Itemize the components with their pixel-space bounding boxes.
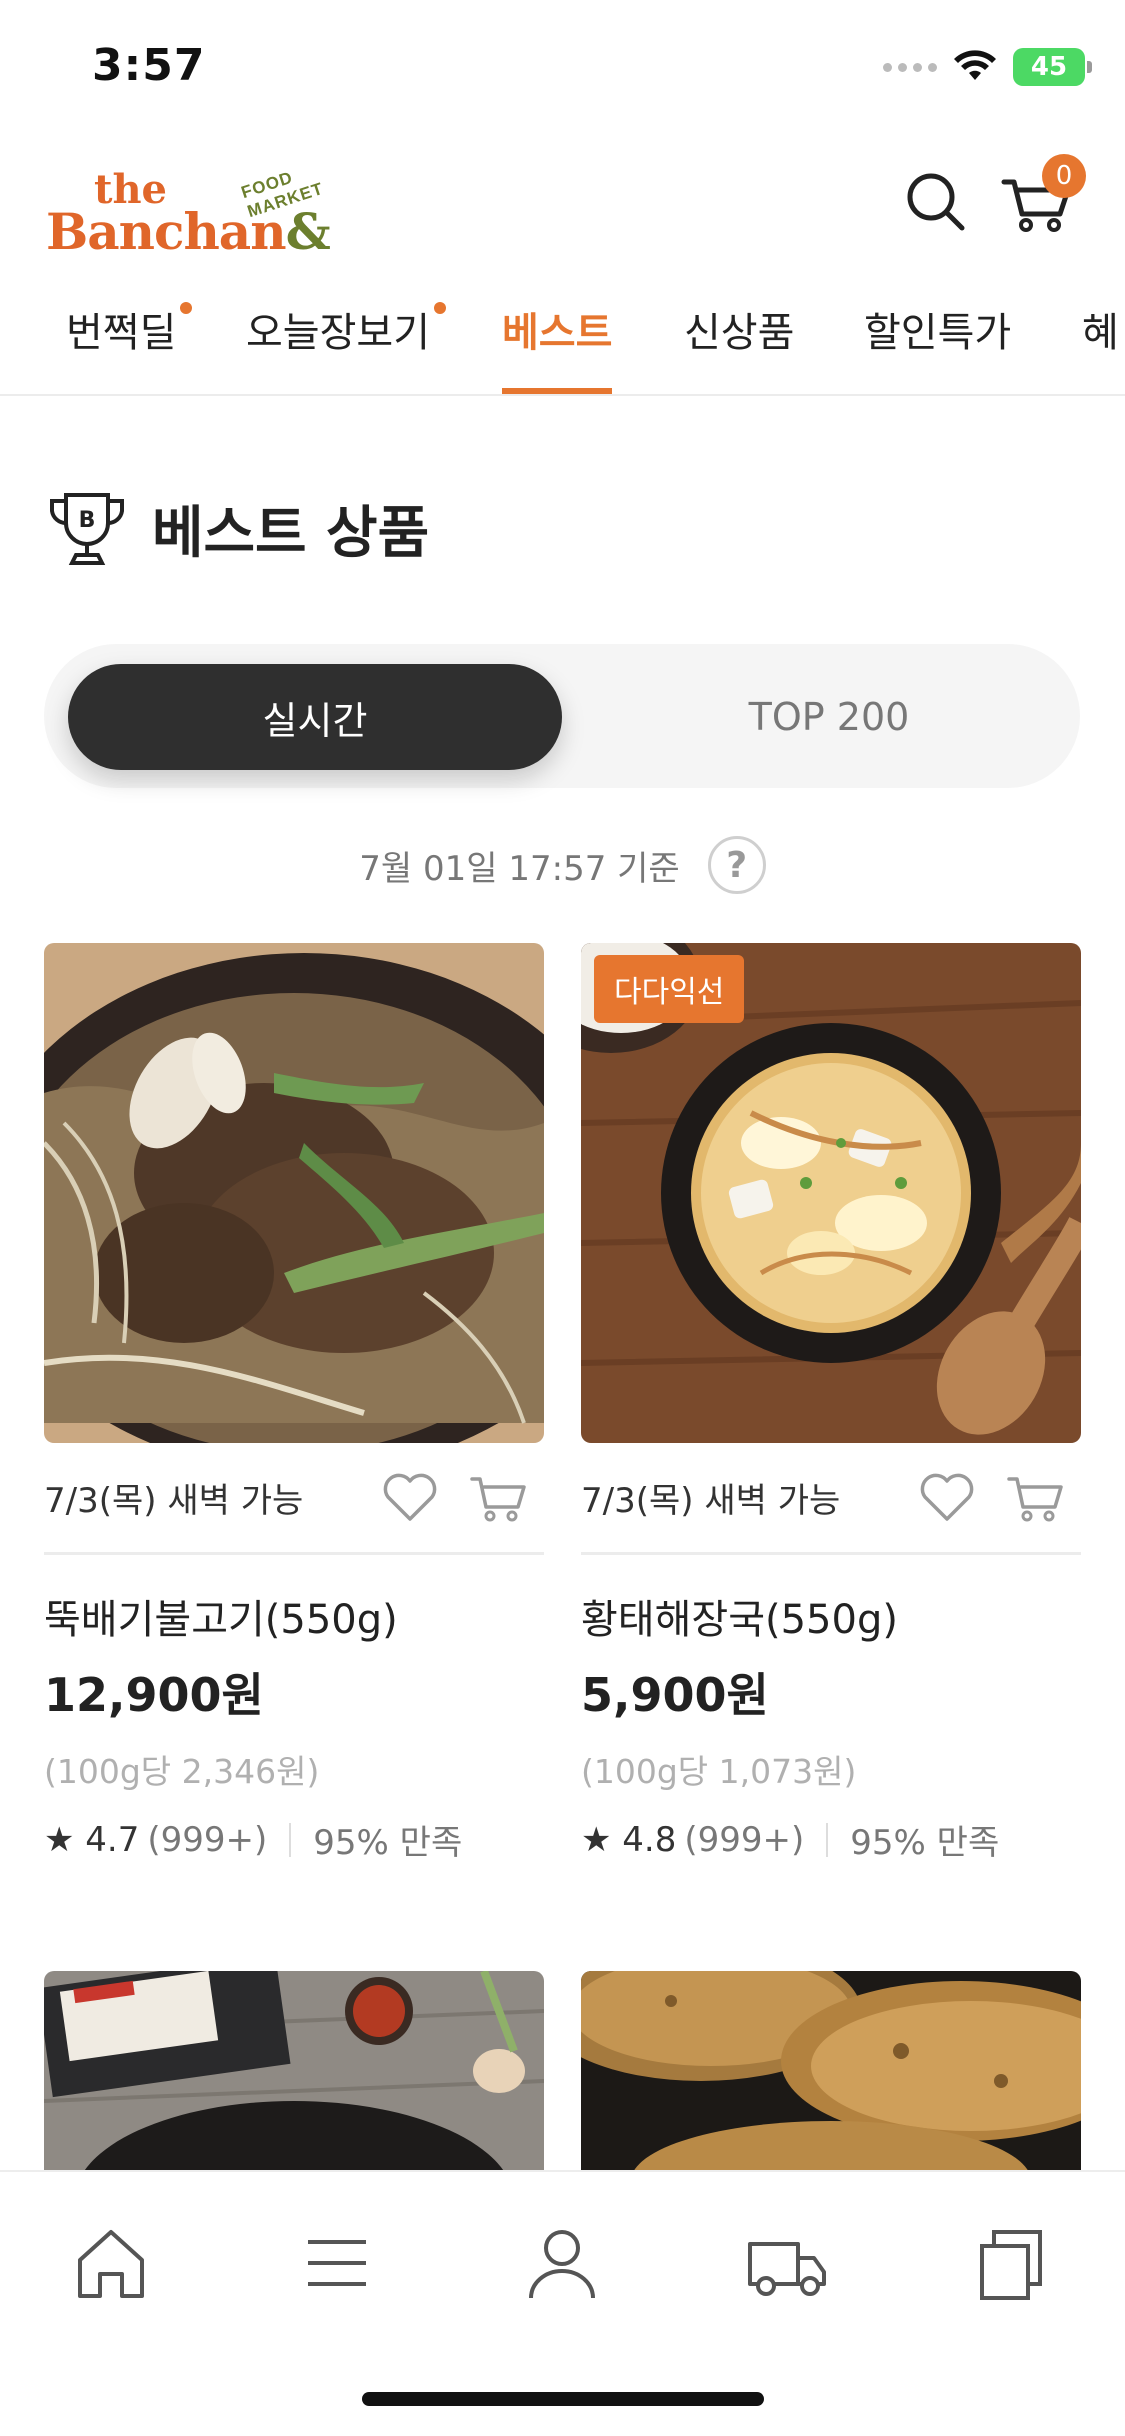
product-unit-price: (100g당 1,073원) xyxy=(581,1752,857,1791)
cart-count-badge: 0 xyxy=(1042,154,1086,198)
product-rating: ★ 4.8 (999+) 95% 만족 xyxy=(581,1815,1081,1864)
tab-benefits[interactable]: 혜 xyxy=(1082,300,1119,394)
search-button[interactable] xyxy=(896,162,976,242)
tab-flash-deal[interactable]: 번쩍딜 xyxy=(66,300,193,394)
product-card[interactable]: 7/3(목) 새벽 가능 뚝배기불고기(550g) 12,900원 (100g당… xyxy=(44,943,544,1864)
divider xyxy=(289,1822,292,1857)
product-card[interactable] xyxy=(581,1971,1081,2171)
rating-value: 4.8 xyxy=(622,1819,677,1860)
active-tab-indicator xyxy=(502,388,613,394)
heart-icon[interactable] xyxy=(915,1465,979,1529)
menu-icon[interactable] xyxy=(292,2218,382,2308)
signal-icon xyxy=(883,62,937,72)
home-indicator xyxy=(362,2392,764,2406)
category-tabs: 번쩍딜 오늘장보기 베스트 신상품 할인특가 혜 xyxy=(0,280,1125,396)
help-icon[interactable]: ? xyxy=(707,836,766,894)
app-header: the Banchan& FOOD MARKET 0 xyxy=(0,140,1125,270)
toggle-top200[interactable]: TOP 200 xyxy=(604,664,1054,770)
ranking-timestamp: 7월 01일 17:57 기준 ? xyxy=(0,836,1125,894)
star-icon: ★ xyxy=(581,1819,612,1860)
pancake-photo xyxy=(581,1971,1081,2171)
logo-banchan: Banchan& xyxy=(46,202,331,261)
page-title: 베스트 상품 xyxy=(152,501,430,566)
delivery-row: 7/3(목) 새벽 가능 xyxy=(44,1443,544,1555)
product-unit-price: (100g당 2,346원) xyxy=(44,1752,320,1791)
product-name[interactable]: 황태해장국(550g) xyxy=(581,1587,1081,1645)
product-image[interactable] xyxy=(44,943,544,1443)
product-card[interactable] xyxy=(44,1971,544,2171)
ranking-toggle: 실시간 TOP 200 xyxy=(44,644,1080,788)
new-dot xyxy=(434,302,446,314)
cart-button[interactable]: 0 xyxy=(998,154,1086,242)
tab-today-market[interactable]: 오늘장보기 xyxy=(246,300,446,394)
product-price: 12,900원 xyxy=(44,1668,264,1722)
divider xyxy=(826,1822,829,1857)
product-price: 5,900원 xyxy=(581,1668,769,1722)
user-icon[interactable] xyxy=(517,2218,607,2308)
review-count: (999+) xyxy=(684,1819,805,1860)
product-rating: ★ 4.7 (999+) 95% 만족 xyxy=(44,1815,544,1864)
timestamp-text: 7월 01일 17:57 기준 xyxy=(359,848,680,889)
product-card[interactable]: 다다익선 7/3(목) 새벽 가능 황태해장국(550g) 5,900원 (10… xyxy=(581,943,1081,1864)
delivery-date: 7/3(목) 새벽 가능 xyxy=(44,1481,304,1521)
product-image[interactable]: 다다익선 xyxy=(581,943,1081,1443)
satisfaction: 95% 만족 xyxy=(850,1823,1000,1863)
review-count: (999+) xyxy=(147,1819,268,1860)
trophy-letter: B xyxy=(79,508,96,533)
section-header: B 베스트 상품 xyxy=(44,488,429,569)
heart-icon[interactable] xyxy=(378,1465,442,1529)
brand-logo[interactable]: the Banchan& FOOD MARKET xyxy=(46,150,366,261)
search-icon xyxy=(907,173,965,231)
battery-level: 45 xyxy=(1030,52,1068,82)
trophy-icon: B xyxy=(50,492,124,565)
add-to-cart-icon[interactable] xyxy=(1005,1465,1069,1529)
status-time: 3:57 xyxy=(92,40,206,91)
tab-discount[interactable]: 할인특가 xyxy=(864,300,1011,394)
star-icon: ★ xyxy=(44,1819,75,1860)
product-name[interactable]: 뚝배기불고기(550g) xyxy=(44,1587,544,1645)
rating-value: 4.7 xyxy=(85,1819,140,1860)
product-image[interactable] xyxy=(581,1971,1081,2171)
add-to-cart-icon[interactable] xyxy=(468,1465,532,1529)
tab-new-products[interactable]: 신상품 xyxy=(684,300,794,394)
toggle-realtime[interactable]: 실시간 xyxy=(68,664,562,770)
kimchi-photo xyxy=(44,1971,544,2171)
bulgogi-photo xyxy=(44,943,544,1443)
home-icon[interactable] xyxy=(66,2218,156,2308)
delivery-row: 7/3(목) 새벽 가능 xyxy=(581,1443,1081,1555)
status-indicators: 45 xyxy=(883,48,1092,86)
tab-best[interactable]: 베스트 xyxy=(502,300,613,394)
promo-badge: 다다익선 xyxy=(594,955,745,1023)
satisfaction: 95% 만족 xyxy=(313,1823,463,1863)
wifi-icon xyxy=(954,50,996,80)
recent-icon[interactable] xyxy=(966,2218,1056,2308)
status-bar: 3:57 45 xyxy=(0,0,1125,140)
truck-icon[interactable] xyxy=(742,2218,832,2308)
battery-icon: 45 xyxy=(1013,48,1092,86)
product-image[interactable] xyxy=(44,1971,544,2171)
new-dot xyxy=(180,302,193,314)
delivery-date: 7/3(목) 새벽 가능 xyxy=(581,1481,841,1521)
